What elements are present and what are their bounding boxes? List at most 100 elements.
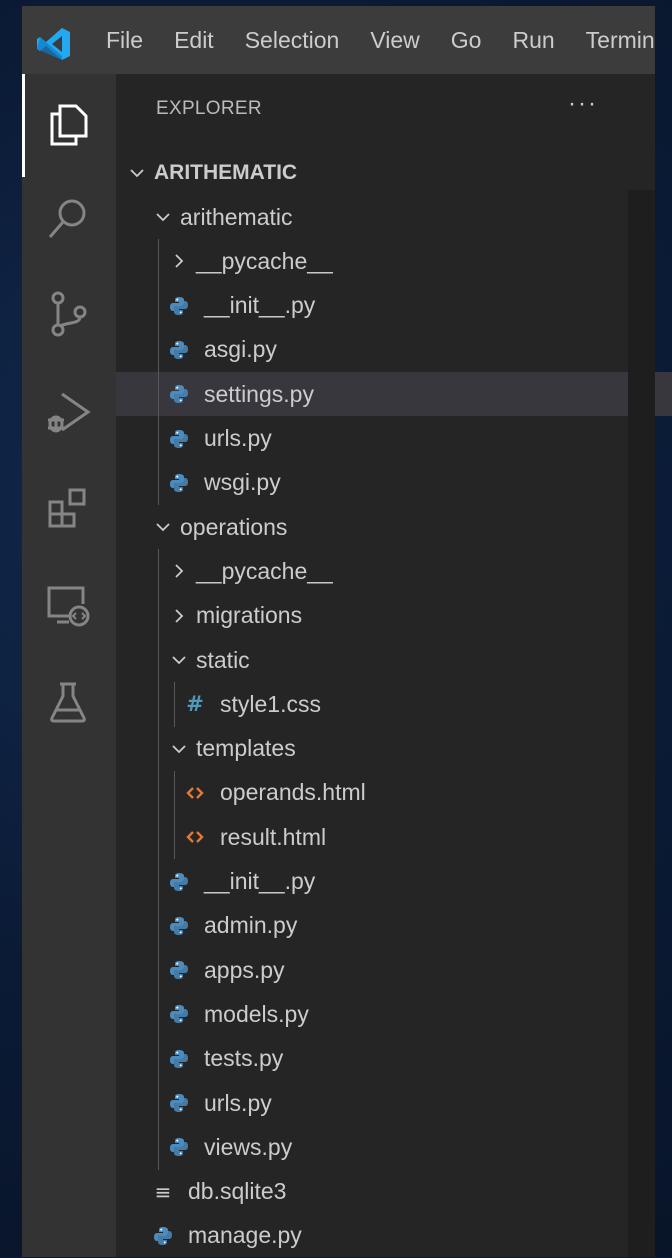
file-label: urls.py (204, 425, 272, 451)
menu-item-go[interactable]: Go (451, 27, 482, 54)
python-file-icon (168, 383, 190, 405)
html-file-icon (184, 782, 206, 804)
chevron-down-icon (152, 516, 174, 538)
file-label: db.sqlite3 (188, 1178, 287, 1205)
editor-tab-strip (628, 74, 655, 190)
source-control-icon[interactable] (40, 286, 96, 342)
chevron-down-icon (126, 162, 148, 184)
file-row-style1-css[interactable]: # style1.css (116, 682, 672, 726)
file-row-settings-py[interactable]: settings.py (116, 372, 672, 417)
explorer-sidebar: EXPLORER ··· ARITHEMATIC arithematic __py… (116, 74, 672, 1257)
python-file-icon (168, 472, 190, 494)
menu-item-file[interactable]: File (106, 27, 143, 54)
file-row-admin-py[interactable]: admin.py (116, 904, 672, 948)
active-indicator (22, 74, 25, 177)
file-label: urls.py (204, 1089, 272, 1116)
remote-explorer-icon[interactable] (40, 578, 96, 634)
vscode-window: File Edit Selection View Go Run Terminal (22, 6, 672, 1257)
desktop-background: File Edit Selection View Go Run Terminal (0, 0, 672, 1257)
folder-label: arithematic (180, 203, 293, 230)
menu-item-terminal[interactable]: Terminal (586, 27, 655, 54)
explorer-header: EXPLORER (156, 98, 262, 119)
menu-item-run[interactable]: Run (512, 27, 554, 54)
title-bar: File Edit Selection View Go Run Terminal (22, 6, 655, 74)
menu-item-view[interactable]: View (370, 27, 419, 54)
folder-label: static (196, 646, 250, 673)
python-file-icon (168, 1003, 190, 1025)
python-file-icon (168, 339, 190, 361)
folder-label: __pycache__ (196, 557, 333, 584)
root-folder-row[interactable]: ARITHEMATIC (116, 151, 638, 195)
file-row-manage-py[interactable]: manage.py (116, 1214, 664, 1258)
testing-icon[interactable] (40, 674, 96, 730)
more-actions-button[interactable]: ··· (568, 92, 598, 116)
chevron-right-icon (168, 605, 190, 627)
file-label: wsgi.py (204, 469, 281, 496)
file-label: asgi.py (204, 336, 277, 363)
file-label: __init__.py (204, 292, 316, 319)
file-row-models-py[interactable]: models.py (116, 992, 672, 1036)
extensions-icon[interactable] (40, 480, 96, 536)
folder-row-operations[interactable]: operations (116, 505, 664, 549)
file-row-init-py[interactable]: __init__.py (116, 860, 672, 904)
file-label: manage.py (188, 1222, 302, 1249)
file-row-db-sqlite3[interactable]: ≡ db.sqlite3 (116, 1170, 664, 1214)
folder-label: operations (180, 513, 288, 540)
indent-guide (158, 239, 159, 506)
python-file-icon (168, 871, 190, 893)
folder-row-pycache[interactable]: __pycache__ (116, 239, 672, 283)
chevron-down-icon (168, 649, 190, 671)
python-file-icon (168, 1136, 190, 1158)
html-file-icon (184, 826, 206, 848)
folder-row-templates[interactable]: templates (116, 727, 672, 771)
file-row-wsgi-py[interactable]: wsgi.py (116, 461, 672, 505)
folder-label: templates (196, 735, 296, 762)
python-file-icon (168, 959, 190, 981)
menu-item-edit[interactable]: Edit (174, 27, 214, 54)
file-row-urls-py[interactable]: urls.py (116, 1081, 672, 1125)
file-label: result.html (220, 823, 327, 850)
file-label: tests.py (204, 1045, 284, 1072)
chevron-right-icon (168, 560, 190, 582)
python-file-icon (168, 295, 190, 317)
css-file-icon: # (186, 692, 204, 717)
chevron-down-icon (168, 738, 190, 760)
python-file-icon (152, 1225, 174, 1247)
file-label: operands.html (220, 779, 366, 806)
file-label: settings.py (204, 380, 314, 407)
menu-item-selection[interactable]: Selection (245, 27, 340, 54)
chevron-down-icon (152, 206, 174, 228)
file-row-asgi-py[interactable]: asgi.py (116, 328, 672, 372)
file-row-tests-py[interactable]: tests.py (116, 1037, 672, 1081)
vscode-logo-icon[interactable] (36, 26, 72, 62)
file-label: style1.css (220, 690, 321, 717)
root-folder-label: ARITHEMATIC (154, 161, 298, 184)
folder-row-pycache[interactable]: __pycache__ (116, 549, 672, 593)
file-row-init-py[interactable]: __init__.py (116, 284, 672, 328)
file-row-views-py[interactable]: views.py (116, 1125, 672, 1169)
folder-row-migrations[interactable]: migrations (116, 594, 672, 638)
run-debug-icon[interactable] (40, 384, 96, 440)
explorer-icon[interactable] (40, 96, 96, 152)
text-file-icon: ≡ (154, 1179, 172, 1204)
python-file-icon (168, 1048, 190, 1070)
folder-label: __pycache__ (196, 247, 333, 274)
file-label: __init__.py (204, 868, 316, 894)
file-label: views.py (204, 1133, 293, 1160)
file-row-result-html[interactable]: result.html (116, 815, 672, 859)
file-row-operands-html[interactable]: operands.html (116, 771, 672, 815)
folder-label: migrations (196, 602, 303, 629)
file-label: admin.py (204, 912, 298, 939)
python-file-icon (168, 1092, 190, 1114)
python-file-icon (168, 428, 190, 450)
indent-guide (158, 549, 159, 1170)
file-row-apps-py[interactable]: apps.py (116, 948, 672, 992)
activity-bar (22, 74, 116, 1257)
folder-row-static[interactable]: static (116, 638, 672, 682)
file-label: apps.py (204, 956, 285, 983)
search-icon[interactable] (40, 191, 96, 247)
python-file-icon (168, 915, 190, 937)
file-row-urls-py[interactable]: urls.py (116, 417, 672, 461)
folder-row-arithematic[interactable]: arithematic (116, 195, 664, 239)
menu-bar: File Edit Selection View Go Run Terminal (106, 6, 655, 74)
